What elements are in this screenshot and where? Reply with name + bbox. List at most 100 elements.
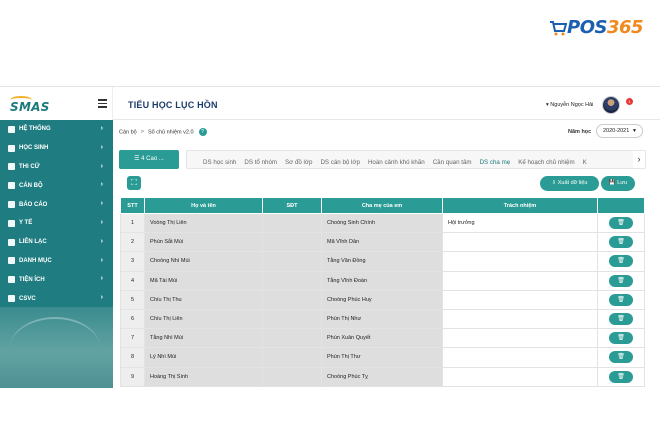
year-select[interactable]: 2020-2021 ▼ [596,124,643,138]
cell-child[interactable]: Phùn Thị Thư [321,347,443,368]
notification-badge[interactable]: 1 [626,98,633,105]
cell-name[interactable]: Tằng Nhì Múi [144,328,263,349]
table-row[interactable]: 1 Voòng Thị Liên Choòng Sinh Chính Hội trưở… [120,212,645,234]
cell-stt: 1 [120,212,145,234]
cell-child[interactable]: Mã Vĩnh Dân [321,232,443,253]
table-row[interactable]: 3 Choòng Nhì Múi Tằng Văn Đồng 🗑 [120,251,645,272]
cell-name[interactable]: Mã Tài Múi [144,270,263,291]
brand-pos-text: POS [567,17,607,38]
tab-2[interactable]: Sơ đồ lớp [281,154,316,168]
column-header[interactable] [597,197,645,214]
cell-phone[interactable] [262,270,322,291]
page: POS365 SMAS HỆ THỐNG › HỌC SINH › THI CỬ › CÁN… [0,0,660,440]
tab-1[interactable]: DS tổ nhóm [240,154,281,168]
sidebar-item-1[interactable]: HỌC SINH › [0,139,113,158]
cell-role[interactable] [442,347,598,368]
tab-7[interactable]: Kế hoạch chủ nhiệm [514,154,578,168]
column-header[interactable]: Trách nhiệm [442,197,598,214]
cell-child[interactable]: Tằng Vĩnh Đoàn [321,270,443,291]
cell-phone[interactable] [262,308,322,330]
column-header[interactable]: Cha mẹ của em [321,197,443,214]
chevron-right-icon: › [100,256,103,264]
table-row[interactable]: 5 Chíu Thị Thu Choòng Phúc Huy 🗑 [120,289,645,310]
table-row[interactable]: 6 Chíu Thị Liên Phùn Thị Như 🗑 [120,308,645,330]
cell-role[interactable]: Hội trưởng [442,212,598,234]
cell-child[interactable]: Choòng Phúc Huy [321,289,443,310]
class-select-button[interactable]: ☰ 4 Cao ... [119,150,179,169]
trash-icon[interactable]: 🗑 [609,236,633,249]
table-row[interactable]: 4 Mã Tài Múi Tằng Vĩnh Đoàn 🗑 [120,270,645,291]
sidebar-item-2[interactable]: THI CỬ › [0,158,113,177]
cell-action: 🗑 [597,308,645,330]
tab-3[interactable]: DS cán bộ lớp [316,154,364,168]
tab-4[interactable]: Hoàn cảnh khó khăn [364,154,429,168]
sidebar-item-6[interactable]: LIÊN LẠC › [0,233,113,252]
chevron-right-icon: › [100,125,103,132]
table-row[interactable]: 7 Tằng Nhì Múi Phùn Xuân Quyết 🗑 [120,328,645,349]
trash-icon[interactable]: 🗑 [609,293,633,306]
sidebar-item-0[interactable]: HỆ THỐNG › [0,120,113,139]
trash-icon[interactable]: 🗑 [609,332,633,345]
trash-icon[interactable]: 🗑 [609,255,633,268]
cell-child[interactable]: Tằng Văn Đồng [321,251,443,272]
cell-child[interactable]: Phùn Xuân Quyết [321,328,443,349]
cell-role[interactable] [442,232,598,253]
cell-role[interactable] [442,270,598,291]
table-row[interactable]: 2 Phùn Sắt Múi Mã Vĩnh Dân 🗑 [120,232,645,253]
sidebar-item-7[interactable]: DANH MỤC › [0,252,113,271]
sidebar-item-9[interactable]: CSVC › [0,289,113,308]
cell-child[interactable]: Choòng Phúc Tỵ [321,366,443,387]
trash-icon[interactable]: 🗑 [609,370,633,383]
cell-role[interactable] [442,251,598,272]
expand-icon[interactable]: ⛶ [127,176,141,190]
trash-icon[interactable]: 🗑 [609,313,633,326]
save-button[interactable]: 💾 Lưu [601,176,635,191]
tab-5[interactable]: Cần quan tâm [429,154,476,168]
cell-name[interactable]: Hoàng Thị Sính [144,366,263,387]
cell-phone[interactable] [262,212,322,234]
cell-role[interactable] [442,289,598,310]
cell-phone[interactable] [262,347,322,368]
trash-icon[interactable]: 🗑 [609,217,633,230]
chevron-right-icon[interactable]: › [633,151,645,168]
cell-role[interactable] [442,328,598,349]
column-header[interactable]: SĐT [262,197,322,214]
table-row[interactable]: 9 Hoàng Thị Sính Choòng Phúc Tỵ 🗑 [120,366,645,387]
cell-name[interactable]: Choòng Nhì Múi [144,251,263,272]
sidebar-item-4[interactable]: BÁO CÁO › [0,195,113,214]
hamburger-menu-icon[interactable] [98,99,107,110]
export-data-button[interactable]: ⇩ Xuất dữ liệu [540,176,599,191]
cell-role[interactable] [442,366,598,387]
cell-phone[interactable] [262,251,322,272]
cell-name[interactable]: Phùn Sắt Múi [144,232,263,253]
trash-icon[interactable]: 🗑 [609,274,633,287]
cell-phone[interactable] [262,366,322,387]
tab-6[interactable]: DS cha mẹ [476,154,515,168]
cell-name[interactable]: Chíu Thị Thu [144,289,263,310]
tab-0[interactable]: DS học sinh [199,154,240,168]
cell-phone[interactable] [262,232,322,253]
column-header[interactable]: Họ và tên [144,197,263,214]
cell-child[interactable]: Phùn Thị Như [321,308,443,330]
sidebar-item-5[interactable]: Y TẾ › [0,214,113,233]
sidebar-item-8[interactable]: TIỆN ÍCH › [0,270,113,289]
report-icon [8,201,15,209]
sidebar-item-3[interactable]: CÁN BỘ › [0,176,113,195]
column-header[interactable]: STT [120,197,145,214]
cell-name[interactable]: Voòng Thị Liên [144,212,263,234]
cell-child[interactable]: Choòng Sinh Chính [321,212,443,234]
cell-role[interactable] [442,308,598,330]
cell-phone[interactable] [262,289,322,310]
help-icon[interactable]: ? [198,128,207,136]
sidebar-book-illustration [0,307,113,388]
cell-phone[interactable] [262,328,322,349]
settings-icon [8,125,15,133]
trash-icon[interactable]: 🗑 [609,351,633,364]
tab-8[interactable]: K [579,154,591,168]
breadcrumb-root[interactable]: Cán bộ [119,129,137,135]
user-menu[interactable]: ▾ Nguyễn Ngọc Hải [546,102,593,108]
cell-name[interactable]: Lý Nhì Múi [144,347,263,368]
avatar[interactable] [602,96,620,114]
table-row[interactable]: 8 Lý Nhì Múi Phùn Thị Thư 🗑 [120,347,645,368]
cell-name[interactable]: Chíu Thị Liên [144,308,263,330]
